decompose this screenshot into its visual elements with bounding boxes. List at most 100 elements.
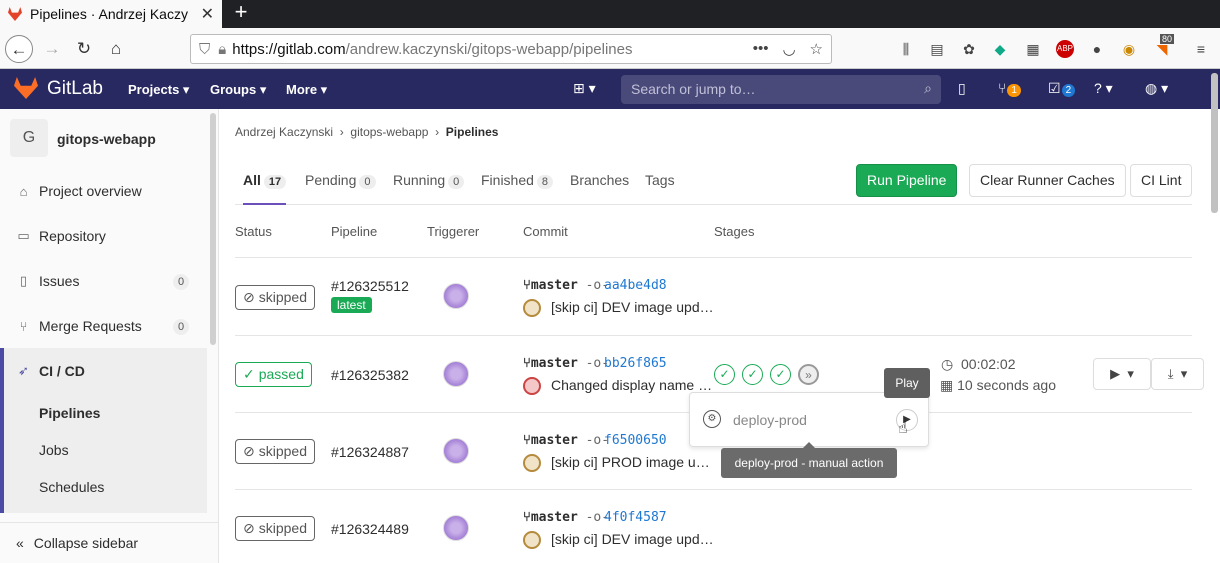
commit-message[interactable]: Changed display name … (551, 377, 712, 393)
breadcrumb-user[interactable]: Andrzej Kaczynski (235, 125, 333, 139)
dropdown-job-name[interactable]: deploy-prod (733, 412, 807, 428)
tab-branches[interactable]: Branches (570, 172, 629, 188)
menu-icon[interactable]: ≡ (1192, 40, 1210, 58)
stage-passed-icon[interactable]: ✓ (742, 364, 763, 385)
commit-sha[interactable]: bb26f865 (604, 356, 667, 371)
column-status: Status (235, 224, 272, 239)
stage-manual-icon[interactable]: » (798, 364, 819, 385)
library-icon[interactable]: ⫼ (897, 40, 915, 58)
new-tab-icon[interactable]: + (230, 0, 252, 28)
run-pipeline-button[interactable]: Run Pipeline (856, 164, 958, 197)
sidebar-item-repository[interactable]: ▭ Repository (16, 228, 106, 244)
status-badge[interactable]: ✓ passed (235, 362, 312, 387)
tab-pending[interactable]: Pending 0 (305, 172, 376, 189)
home-icon[interactable]: ⌂ (102, 35, 130, 63)
avatar[interactable]: ◍ ▾ (1145, 80, 1168, 97)
commit-branch[interactable]: ⑂master -o- (523, 278, 609, 293)
tab-all[interactable]: All 17 (243, 172, 287, 205)
new-item-icon[interactable]: ⊞ ▾ (573, 80, 596, 97)
breadcrumb-project[interactable]: gitops-webapp (350, 125, 428, 139)
sidebar-item-merge-requests[interactable]: ⑂ Merge Requests (16, 318, 142, 334)
search-input[interactable]: Search or jump to… ⌕ (621, 75, 941, 104)
extension-icon[interactable]: ✿ (960, 40, 978, 58)
commit-sha[interactable]: f6500650 (604, 433, 667, 448)
todos-icon[interactable]: ☑ 2 (1048, 80, 1076, 97)
collapse-sidebar-button[interactable]: «Collapse sidebar (0, 522, 219, 563)
shield-icon: ⛉ (199, 40, 211, 58)
artifacts-download-dropdown[interactable]: ⤓ ▾ (1151, 358, 1204, 390)
extension-icon[interactable]: ◆ (991, 40, 1009, 58)
account-icon[interactable]: ● (1088, 40, 1106, 58)
browser-tab[interactable]: Pipelines · Andrzej Kaczy ✕ (0, 0, 222, 28)
commit-author-avatar[interactable] (523, 299, 541, 317)
calendar-icon: ▦ (940, 377, 954, 393)
tab-running[interactable]: Running 0 (393, 172, 465, 189)
extension-icon[interactable]: ◉ (1120, 40, 1138, 58)
manual-action-tooltip: deploy-prod - manual action (721, 442, 897, 478)
issues-icon: ▯ (19, 273, 28, 288)
sidebar-sub-jobs[interactable]: Jobs (39, 442, 69, 458)
pocket-icon[interactable]: ◡ (782, 40, 795, 58)
pipeline-id[interactable]: #126324489 (331, 521, 409, 537)
sidebar-sub-pipelines[interactable]: Pipelines (39, 405, 100, 421)
merge-requests-icon[interactable]: ⑂ 1 (998, 80, 1021, 97)
nav-more[interactable]: More ▾ (286, 82, 327, 98)
bookmark-star-icon[interactable]: ☆ (810, 40, 823, 58)
gitlab-brand[interactable]: GitLab (47, 78, 103, 100)
nav-groups[interactable]: Groups ▾ (210, 82, 266, 98)
issues-icon[interactable]: ▯ (958, 80, 966, 97)
status-badge[interactable]: ⊘ skipped (235, 439, 315, 464)
project-name[interactable]: gitops-webapp (57, 131, 156, 147)
commit-branch[interactable]: ⑂master -o- (523, 433, 609, 448)
status-badge[interactable]: ⊘ skipped (235, 285, 315, 310)
triggerer-avatar[interactable] (443, 283, 469, 309)
sidebar-scrollbar[interactable] (210, 113, 216, 345)
pipeline-id[interactable]: #126324887 (331, 444, 409, 460)
commit-message[interactable]: [skip ci] DEV image upd… (551, 299, 714, 315)
clear-runner-caches-button[interactable]: Clear Runner Caches (969, 164, 1126, 197)
triggerer-avatar[interactable] (443, 361, 469, 387)
manual-jobs-play-dropdown[interactable]: ▶ ▾ (1093, 358, 1151, 390)
sidebar-toggle-icon[interactable]: ▤ (928, 40, 946, 58)
sidebar-sub-schedules[interactable]: Schedules (39, 479, 104, 495)
breadcrumb-current[interactable]: Pipelines (446, 125, 499, 139)
commit-author-avatar[interactable] (523, 531, 541, 549)
sidebar-item-issues[interactable]: ▯ Issues (16, 273, 196, 289)
reload-icon[interactable]: ↻ (70, 35, 98, 63)
commit-sha[interactable]: 4f0f4587 (604, 510, 667, 525)
skipped-icon: ⊘ (243, 443, 255, 459)
ci-lint-button[interactable]: CI Lint (1130, 164, 1193, 197)
triggerer-avatar[interactable] (443, 438, 469, 464)
search-icon: ⌕ (924, 80, 932, 96)
pipeline-id[interactable]: #126325512 (331, 278, 409, 294)
project-avatar[interactable]: G (10, 119, 48, 157)
url-host: https://gitlab.com (232, 40, 346, 58)
commit-sha[interactable]: aa4be4d8 (604, 278, 667, 293)
sidebar-item-cicd[interactable]: ➶ CI / CD (16, 363, 85, 379)
page-actions-icon[interactable]: ••• (753, 40, 769, 58)
commit-message[interactable]: [skip ci] DEV image upd… (551, 531, 714, 547)
gitlab-favicon-icon (8, 7, 22, 21)
adblock-icon[interactable]: ABP (1056, 40, 1074, 58)
triggerer-avatar[interactable] (443, 515, 469, 541)
qr-icon[interactable]: ▦ (1024, 40, 1042, 58)
forward-icon[interactable]: → (38, 35, 66, 63)
url-bar[interactable]: ⛉ 🔒︎ https://gitlab.com/andrew.kaczynski… (190, 34, 832, 64)
nav-projects[interactable]: Projects ▾ (128, 82, 189, 98)
stage-passed-icon[interactable]: ✓ (714, 364, 735, 385)
stage-passed-icon[interactable]: ✓ (770, 364, 791, 385)
help-icon[interactable]: ? ▾ (1094, 80, 1113, 97)
commit-author-avatar[interactable] (523, 377, 541, 395)
commit-author-avatar[interactable] (523, 454, 541, 472)
pipeline-id[interactable]: #126325382 (331, 367, 409, 383)
tab-tags[interactable]: Tags (645, 172, 675, 188)
page-scrollbar[interactable] (1211, 73, 1218, 213)
close-tab-icon[interactable]: ✕ (201, 4, 214, 24)
commit-branch[interactable]: ⑂master -o- (523, 356, 609, 371)
sidebar-item-project-overview[interactable]: ⌂ Project overview (16, 183, 142, 199)
tab-finished[interactable]: Finished 8 (481, 172, 554, 189)
commit-branch[interactable]: ⑂master -o- (523, 510, 609, 525)
commit-message[interactable]: [skip ci] PROD image u… (551, 454, 710, 470)
back-icon[interactable]: ← (5, 35, 33, 63)
status-badge[interactable]: ⊘ skipped (235, 516, 315, 541)
